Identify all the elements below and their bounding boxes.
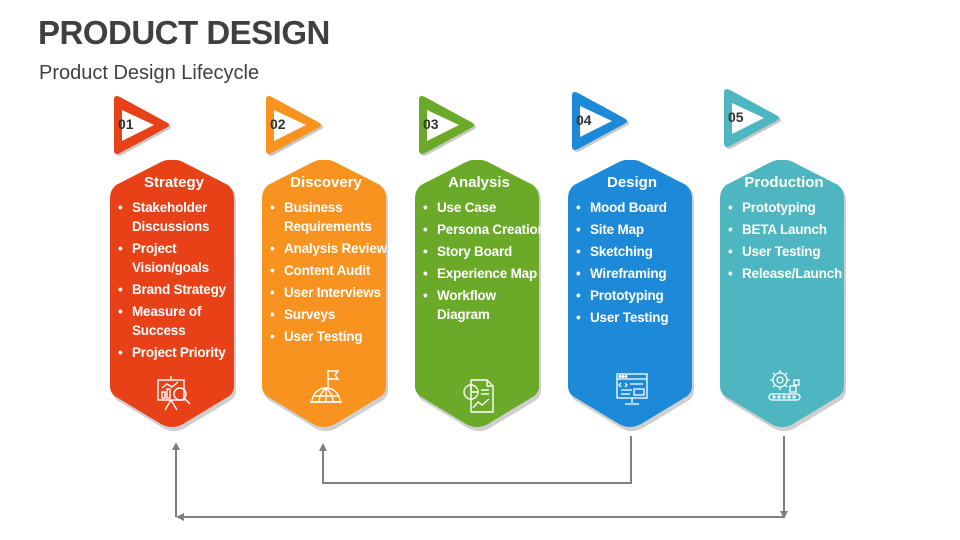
stage-items: Business Requirements Analysis Review Co…	[270, 198, 394, 349]
report-chart-icon	[459, 376, 499, 416]
stage-card: Discovery Business Requirements Analysis…	[260, 160, 392, 440]
list-item: User Interviews	[270, 283, 394, 302]
list-item: Brand Strategy	[118, 280, 242, 299]
list-item: Measure of Success	[118, 302, 242, 340]
stage-card: Production Prototyping BETA Launch User …	[718, 160, 850, 440]
stage-items: Prototyping BETA Launch User Testing Rel…	[728, 198, 852, 286]
stage-card: Strategy Stakeholder Discussions Project…	[108, 160, 240, 440]
list-item: Analysis Review	[270, 239, 394, 258]
step-badge: 03	[413, 94, 483, 160]
list-item: User Testing	[270, 327, 394, 346]
stage-title: Production	[744, 174, 824, 191]
stage-title: Discovery	[290, 174, 362, 191]
web-design-monitor-icon	[612, 370, 652, 410]
list-item: Persona Creation	[423, 220, 547, 239]
page-title: PRODUCT DESIGN	[38, 14, 330, 51]
list-item: Prototyping	[576, 286, 700, 305]
stage-title: Analysis	[448, 174, 510, 191]
list-item: Site Map	[576, 220, 700, 239]
stage-title: Strategy	[143, 174, 205, 191]
presentation-analytics-icon	[154, 374, 194, 414]
step-number: 02	[270, 116, 286, 132]
globe-flag-icon	[306, 368, 346, 408]
list-item: User Testing	[576, 308, 700, 327]
step-number: 01	[118, 116, 134, 132]
page-subtitle: Product Design Lifecycle	[39, 62, 260, 84]
list-item: Project Vision/goals	[118, 239, 242, 277]
list-item: Workflow Diagram	[423, 286, 547, 324]
stage-card: Analysis Use Case Persona Creation Story…	[413, 160, 547, 440]
stage-items: Use Case Persona Creation Story Board Ex…	[423, 198, 547, 327]
connector-design-to-discovery	[319, 436, 632, 484]
stage-items: Mood Board Site Map Sketching Wireframin…	[576, 198, 700, 330]
step-number: 03	[423, 116, 439, 132]
list-item: Prototyping	[728, 198, 852, 217]
list-item: Wireframing	[576, 264, 700, 283]
step-number: 05	[728, 109, 744, 125]
stage-items: Stakeholder Discussions Project Vision/g…	[118, 198, 242, 365]
list-item: Stakeholder Discussions	[118, 198, 242, 236]
step-badge: 01	[108, 94, 178, 160]
list-item: Mood Board	[576, 198, 700, 217]
list-item: Experience Map	[423, 264, 547, 283]
list-item: Story Board	[423, 242, 547, 261]
list-item: Content Audit	[270, 261, 394, 280]
list-item: Project Priority	[118, 343, 242, 362]
list-item: Use Case	[423, 198, 547, 217]
list-item: User Testing	[728, 242, 852, 261]
list-item: BETA Launch	[728, 220, 852, 239]
step-number: 04	[576, 112, 592, 128]
stage-card: Design Mood Board Site Map Sketching Wir…	[566, 160, 698, 440]
step-badge: 04	[566, 90, 636, 156]
step-badge: 02	[260, 94, 330, 160]
list-item: Business Requirements	[270, 198, 394, 236]
gear-conveyor-icon	[764, 366, 804, 406]
list-item: Release/Launch	[728, 264, 852, 283]
stage-title: Design	[606, 174, 657, 191]
list-item: Sketching	[576, 242, 700, 261]
step-badge: 05	[718, 87, 788, 153]
list-item: Surveys	[270, 305, 394, 324]
